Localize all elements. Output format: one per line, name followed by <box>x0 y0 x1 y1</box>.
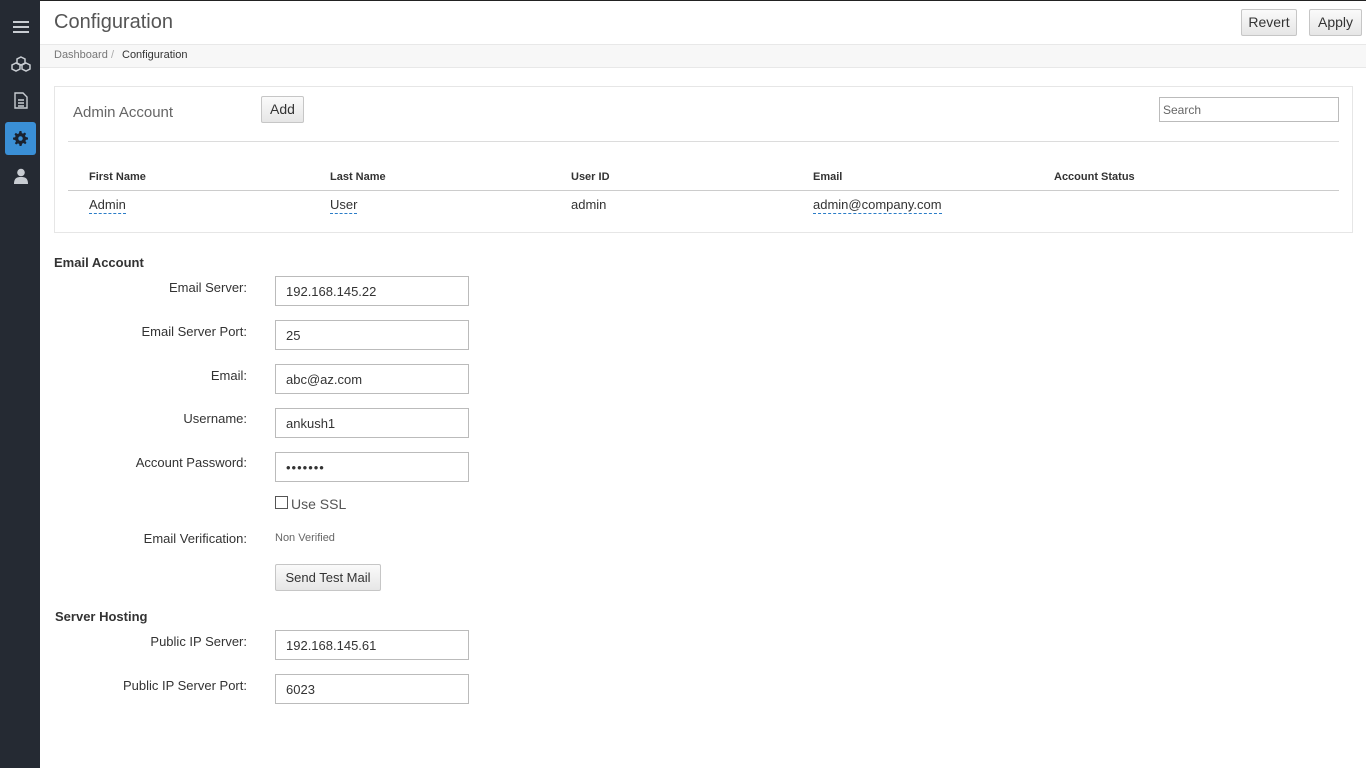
email-server-label: Email Server: <box>168 280 247 295</box>
breadcrumb: Dashboard / Configuration <box>40 44 1366 68</box>
server-hosting-heading: Server Hosting <box>55 609 148 624</box>
use-ssl-label[interactable]: Use SSL <box>291 496 346 512</box>
breadcrumb-current: Configuration <box>122 49 188 61</box>
admin-account-panel: Admin Account Add First Name Last Name U… <box>54 86 1353 233</box>
account-password-label: Account Password: <box>135 455 247 470</box>
search-input[interactable] <box>1159 97 1339 122</box>
breadcrumb-dashboard-link[interactable]: Dashboard <box>54 49 108 61</box>
public-ip-server-label: Public IP Server: <box>150 634 247 649</box>
column-header-first-name[interactable]: First Name <box>89 171 146 183</box>
email-server-input[interactable] <box>275 276 469 306</box>
send-test-mail-button[interactable]: Send Test Mail <box>275 564 381 591</box>
admin-account-title: Admin Account <box>73 104 174 121</box>
email-account-heading: Email Account <box>54 255 144 270</box>
add-admin-button[interactable]: Add <box>261 96 304 123</box>
email-verification-label: Email Verification: <box>143 531 247 546</box>
page-title: Configuration <box>54 11 173 33</box>
public-ip-server-port-input[interactable] <box>275 674 469 704</box>
cell-first-name[interactable]: Admin <box>89 197 126 214</box>
table-header-divider <box>68 190 1339 191</box>
email-input[interactable] <box>275 364 469 394</box>
username-label: Username: <box>183 411 247 426</box>
apply-button[interactable]: Apply <box>1309 9 1362 36</box>
hamburger-menu-icon[interactable] <box>5 10 36 43</box>
column-header-last-name[interactable]: Last Name <box>330 171 386 183</box>
column-header-email[interactable]: Email <box>813 171 842 183</box>
cell-last-name[interactable]: User <box>330 197 358 214</box>
cell-user-id: admin <box>571 197 607 212</box>
email-server-port-label: Email Server Port: <box>141 324 247 339</box>
public-ip-server-port-label: Public IP Server Port: <box>122 678 247 693</box>
revert-button[interactable]: Revert <box>1241 9 1297 36</box>
document-icon[interactable] <box>5 84 36 117</box>
cubes-icon[interactable] <box>5 47 36 80</box>
cell-email[interactable]: admin@company.com <box>813 197 942 214</box>
column-header-account-status[interactable]: Account Status <box>1054 171 1135 183</box>
verification-status: Non Verified <box>275 532 335 544</box>
sidebar <box>0 0 40 768</box>
user-icon[interactable] <box>5 159 36 192</box>
username-input[interactable] <box>275 408 469 438</box>
use-ssl-checkbox[interactable] <box>275 496 288 509</box>
account-password-input[interactable] <box>275 452 469 482</box>
email-label: Email: <box>210 368 247 383</box>
breadcrumb-separator: / <box>111 49 115 61</box>
public-ip-server-input[interactable] <box>275 630 469 660</box>
page-header: Configuration Revert Apply <box>40 0 1366 44</box>
column-header-user-id[interactable]: User ID <box>571 171 610 183</box>
panel-divider <box>68 141 1339 142</box>
email-server-port-input[interactable] <box>275 320 469 350</box>
gear-icon[interactable] <box>5 122 36 155</box>
